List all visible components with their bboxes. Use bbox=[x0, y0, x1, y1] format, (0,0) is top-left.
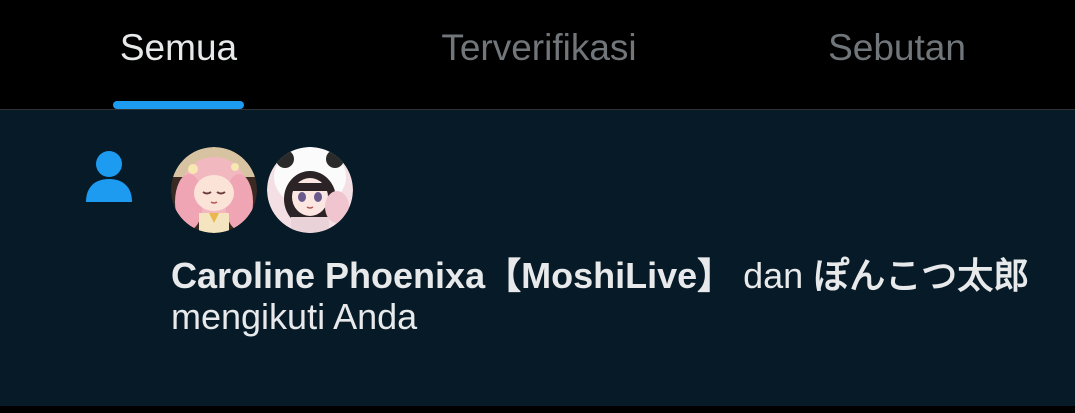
tab-all[interactable]: Semua bbox=[113, 0, 244, 109]
avatar-pink-hair-icon[interactable] bbox=[171, 147, 257, 233]
follow-notification[interactable]: Caroline Phoenixa【MoshiLive】 dan ぽんこつ太郎 … bbox=[0, 110, 1075, 406]
active-tab-indicator bbox=[113, 101, 244, 109]
conjunction-text: dan bbox=[733, 255, 814, 296]
tab-all-label: Semua bbox=[119, 27, 238, 68]
tab-verified[interactable]: Terverifikasi bbox=[420, 0, 658, 109]
follower-avatars bbox=[171, 147, 353, 235]
follower-name-1[interactable]: Caroline Phoenixa【MoshiLive】 bbox=[171, 255, 733, 296]
divider bbox=[0, 406, 1075, 413]
notification-text: Caroline Phoenixa【MoshiLive】 dan ぽんこつ太郎 … bbox=[171, 255, 1041, 337]
tab-verified-label: Terverifikasi bbox=[441, 27, 637, 68]
tab-mentions[interactable]: Sebutan bbox=[816, 0, 978, 109]
notification-tabs: Semua Terverifikasi Sebutan bbox=[0, 0, 1075, 110]
avatar-panda-hood-icon[interactable] bbox=[267, 147, 353, 233]
person-icon bbox=[86, 151, 132, 202]
action-text: mengikuti Anda bbox=[171, 296, 418, 337]
tab-mentions-label: Sebutan bbox=[828, 27, 966, 68]
follower-name-2[interactable]: ぽんこつ太郎 bbox=[813, 255, 1029, 296]
